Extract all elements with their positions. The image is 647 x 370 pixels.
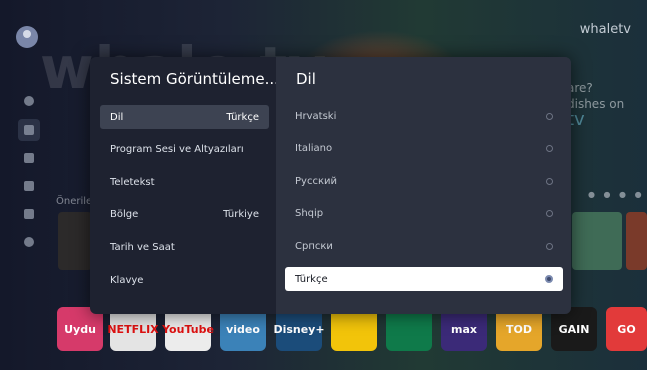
menu-item-label: Tarih ve Saat xyxy=(110,241,175,253)
recommendation-thumb[interactable] xyxy=(58,212,92,270)
language-option[interactable]: Italiano xyxy=(285,137,563,161)
live-tv-icon[interactable] xyxy=(24,153,34,163)
radio-button-icon[interactable] xyxy=(546,112,553,120)
store-icon[interactable] xyxy=(24,181,34,191)
promo-line-1: are? xyxy=(567,81,593,95)
menu-item-label: Bölge xyxy=(110,209,139,221)
apps-icon[interactable] xyxy=(24,209,34,219)
settings-menu-item[interactable]: Teletekst xyxy=(100,170,269,194)
settings-menu-item[interactable]: Dil Türkçe xyxy=(100,105,269,129)
menu-item-label: Klavye xyxy=(110,274,144,286)
promo-tv: tv xyxy=(567,109,585,130)
menu-item-value: Türkçe xyxy=(226,111,259,123)
menu-item-label: Dil xyxy=(110,111,124,123)
settings-menu-item[interactable]: Tarih ve Saat xyxy=(100,235,269,259)
language-option[interactable]: Русский xyxy=(285,169,563,193)
language-option-label: Српски xyxy=(295,240,333,252)
language-panel: Dil Hrvatski Italiano Русский Shqip Српски Tü… xyxy=(276,57,571,314)
radio-button-icon[interactable] xyxy=(546,242,553,250)
menu-title: Sistem Görüntüleme... xyxy=(110,70,279,88)
menu-item-value: Türkiye xyxy=(223,209,259,221)
language-option-label: Shqip xyxy=(295,208,324,220)
menu-item-label: Program Sesi ve Altyazıları xyxy=(110,144,244,156)
brand-logo: whaletv xyxy=(579,22,631,37)
settings-menu-item[interactable]: Program Sesi ve Altyazıları xyxy=(100,138,269,162)
search-icon[interactable] xyxy=(24,96,34,106)
recommendation-thumb[interactable] xyxy=(626,212,647,270)
tv-home-screen: whale tv whaletv are? dishes on tv Öneri… xyxy=(0,0,647,370)
language-option[interactable]: Türkçe xyxy=(285,267,563,291)
radio-button-icon[interactable] xyxy=(546,177,553,185)
system-display-settings-dialog: Sistem Görüntüleme... Dil Türkçe Program S… xyxy=(90,57,571,314)
promo-text: are? dishes on tv xyxy=(567,80,637,130)
settings-icon[interactable] xyxy=(24,237,34,247)
language-option[interactable]: Shqip xyxy=(285,202,563,226)
language-option[interactable]: Српски xyxy=(285,234,563,258)
carousel-dots: ● ● ● ● xyxy=(588,190,645,199)
recommendation-thumb[interactable] xyxy=(572,212,622,270)
menu-item-label: Teletekst xyxy=(110,176,155,188)
language-option-label: Русский xyxy=(295,175,337,187)
home-icon[interactable] xyxy=(24,125,34,135)
settings-menu-item[interactable]: Klavye xyxy=(100,268,269,292)
settings-menu-item[interactable]: Bölge Türkiye xyxy=(100,203,269,227)
language-option[interactable]: Hrvatski xyxy=(285,104,563,128)
profile-avatar-icon[interactable] xyxy=(16,26,38,48)
language-option-label: Türkçe xyxy=(295,273,328,285)
language-option-label: Hrvatski xyxy=(295,110,337,122)
radio-button-icon[interactable] xyxy=(545,275,553,283)
language-option-label: Italiano xyxy=(295,143,333,155)
language-panel-title: Dil xyxy=(296,70,316,88)
app-tile[interactable]: GO xyxy=(606,307,647,351)
radio-button-icon[interactable] xyxy=(546,145,553,153)
radio-button-icon[interactable] xyxy=(546,210,553,218)
settings-menu-panel: Sistem Görüntüleme... Dil Türkçe Program S… xyxy=(90,57,279,314)
